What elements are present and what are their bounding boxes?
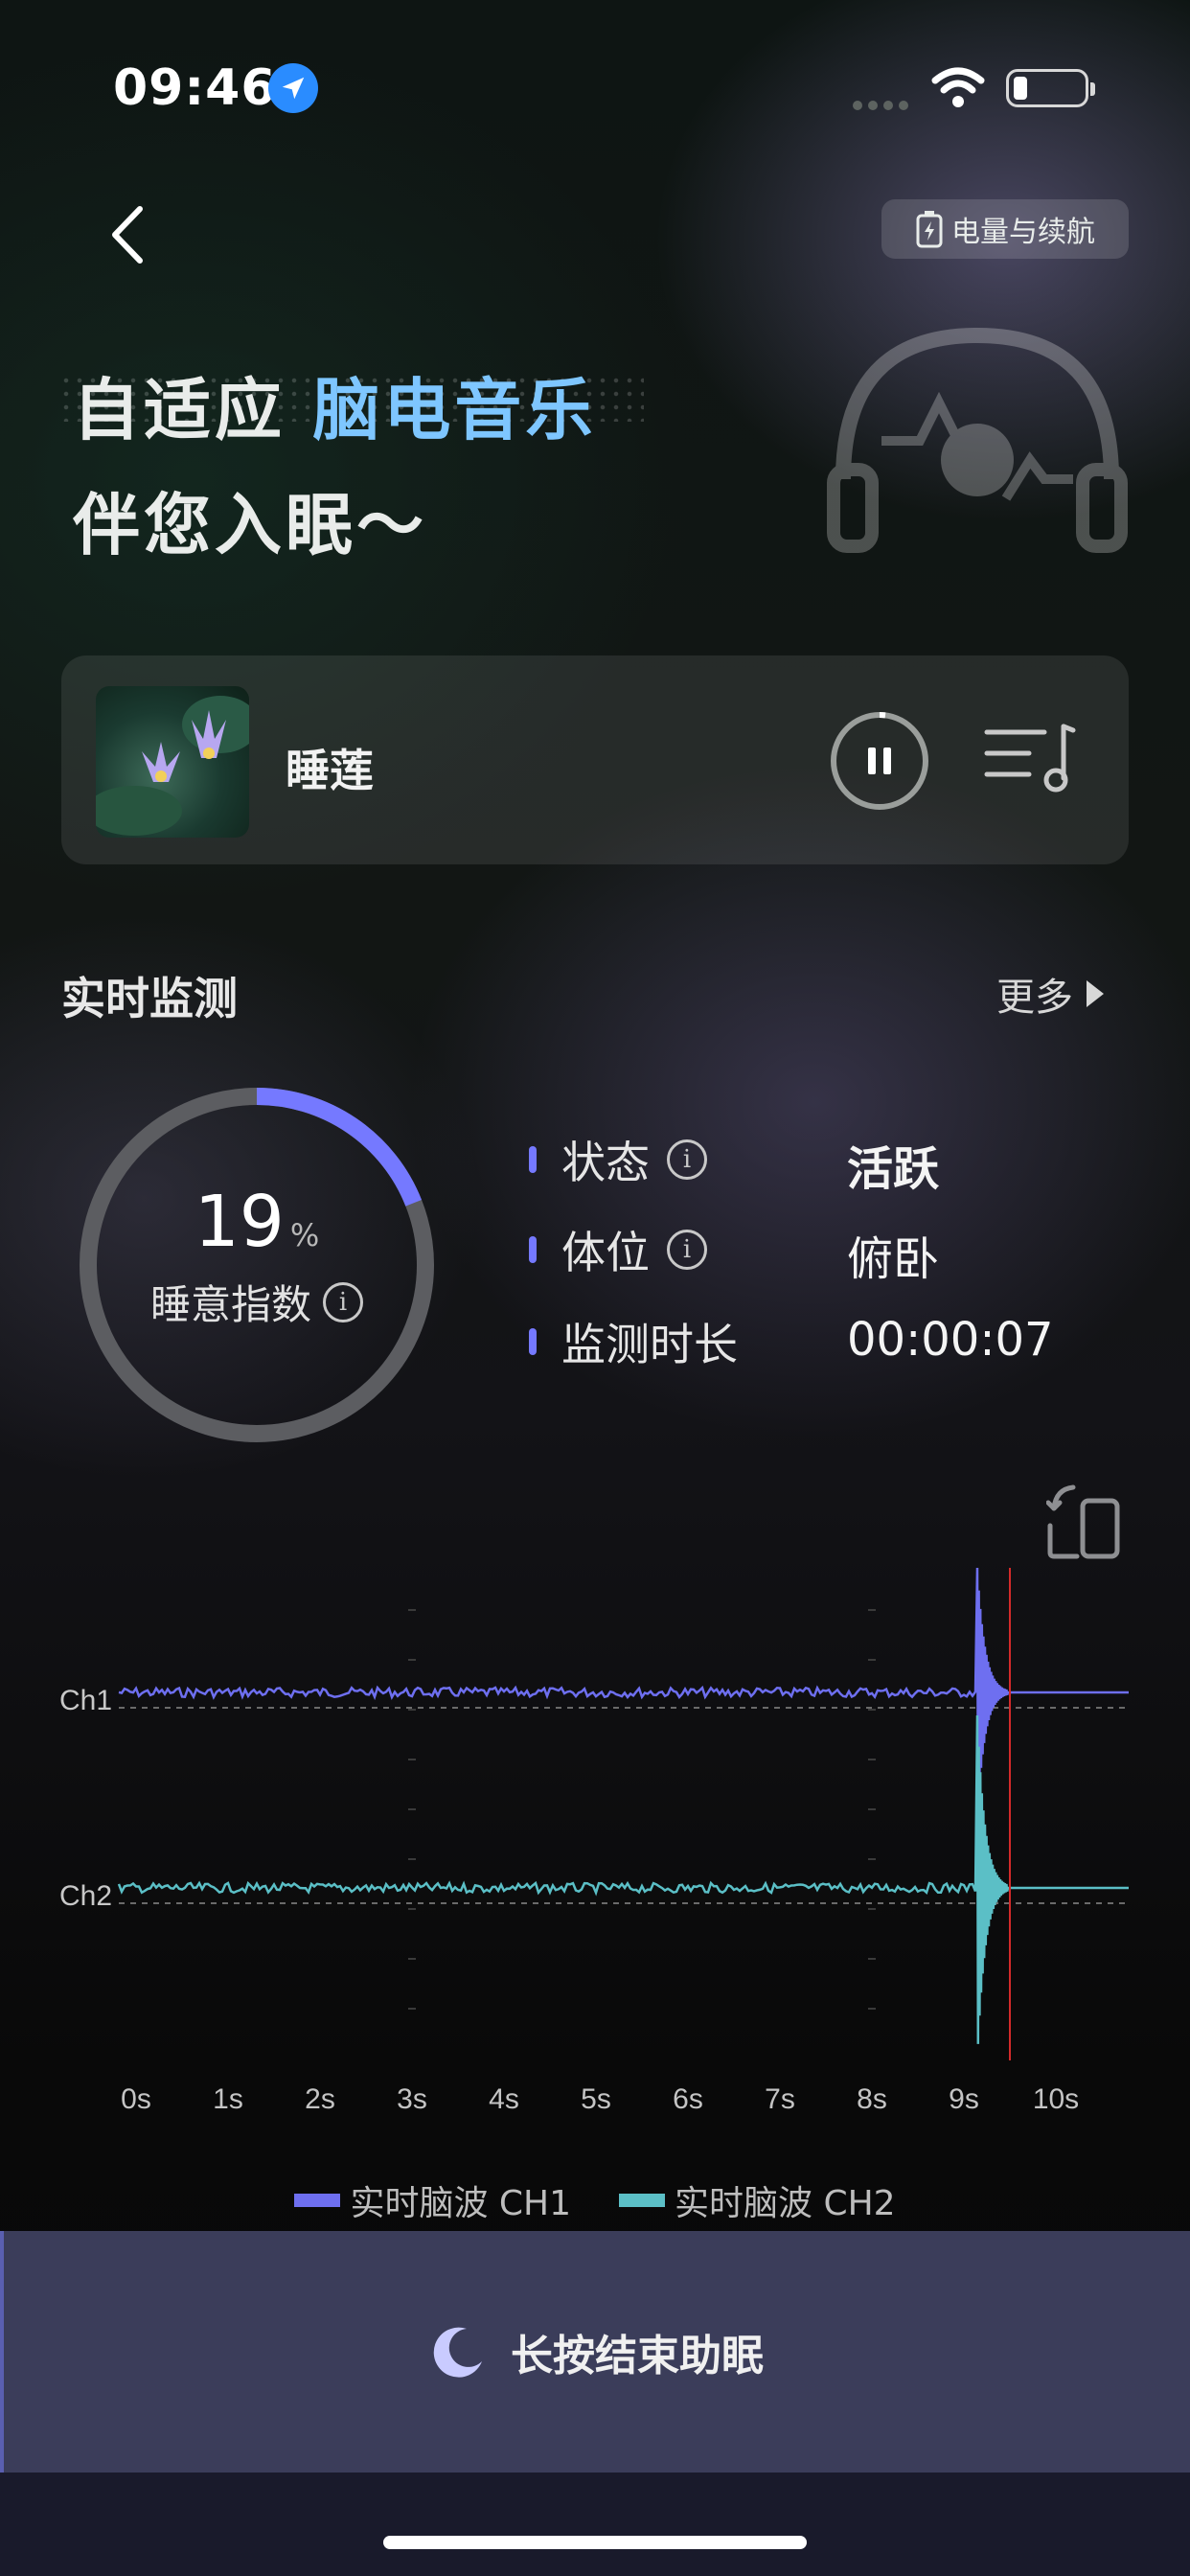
eeg-chart: Ch1 Ch2 0s 1s 2s 3s 4s 5s 6s 7s 8s 9s 10s [59, 1567, 1129, 2115]
x-tick-label: 5s [581, 2083, 611, 2115]
x-tick-label: 4s [489, 2083, 519, 2115]
channel-label-ch1: Ch1 [59, 1685, 112, 1716]
info-icon[interactable]: i [667, 1230, 707, 1270]
stat-label-posture: 体位 [561, 1227, 650, 1278]
more-button[interactable]: 更多 [996, 966, 1104, 1022]
battery-life-button[interactable]: 电量与续航 [881, 199, 1129, 259]
playlist-button[interactable] [981, 721, 1081, 797]
triangle-right-icon [1087, 980, 1104, 1007]
song-title: 睡莲 [286, 745, 374, 796]
stat-label-state: 状态 [561, 1137, 650, 1188]
chevron-left-icon [112, 206, 143, 264]
stat-bullet [529, 1328, 537, 1355]
sleep-index-number: 19 [194, 1181, 285, 1263]
stat-label-duration: 监测时长 [561, 1319, 738, 1370]
pause-button[interactable] [830, 711, 929, 811]
home-indicator-area [0, 2472, 1190, 2576]
battery-low-icon [1006, 69, 1095, 107]
headline-highlight: 脑电音乐 [312, 371, 597, 449]
x-tick-label: 10s [1033, 2083, 1079, 2115]
legend-swatch-ch1 [294, 2194, 341, 2207]
x-tick-label: 9s [949, 2083, 979, 2115]
headline-line-2: 伴您入眠～ [73, 486, 427, 564]
pause-icon [831, 712, 928, 810]
info-icon[interactable]: i [667, 1139, 707, 1180]
sleep-index-ring [80, 1088, 434, 1442]
legend-label-ch2: 实时脑波 CH2 [675, 2184, 896, 2223]
headphones-music-icon [824, 316, 1131, 565]
music-list-icon [984, 724, 1076, 793]
legend-item-ch2: 实时脑波 CH2 [619, 2175, 896, 2225]
eeg-line-ch2 [117, 1714, 1129, 2044]
stat-bullet [529, 1146, 537, 1173]
x-tick-label: 2s [305, 2083, 335, 2115]
x-tick-label: 0s [121, 2083, 151, 2115]
moon-icon [433, 2327, 482, 2378]
legend-label-ch1: 实时脑波 CH1 [350, 2184, 571, 2223]
more-label: 更多 [996, 976, 1073, 1020]
battery-life-label: 电量与续航 [951, 216, 1095, 249]
stat-row-state: 状态 i [529, 1131, 707, 1188]
location-arrow-icon [268, 63, 318, 113]
sleep-index-value: 19% [79, 1181, 435, 1263]
stat-value-duration: 00:00:07 [847, 1313, 1054, 1367]
stat-row-posture: 体位 i [529, 1221, 707, 1278]
legend-item-ch1: 实时脑波 CH1 [294, 2175, 571, 2225]
sleep-index-label-row: 睡意指数 i [79, 1273, 435, 1331]
channel-label-ch2: Ch2 [59, 1880, 112, 1912]
x-tick-label: 3s [397, 2083, 427, 2115]
x-tick-label: 6s [673, 2083, 703, 2115]
headline-prefix: 自适应 [73, 371, 286, 449]
home-indicator[interactable] [383, 2536, 807, 2549]
info-icon[interactable]: i [323, 1281, 363, 1322]
legend-swatch-ch2 [619, 2194, 665, 2207]
water-lily-cover [96, 686, 249, 838]
stat-value-state: 活跃 [847, 1142, 940, 1196]
monitor-title: 实时监测 [61, 973, 238, 1024]
cellular-dots-icon [853, 96, 916, 110]
sleep-index-label: 睡意指数 [149, 1281, 311, 1328]
end-sleep-aid-label: 长按结束助眠 [511, 2332, 764, 2380]
rotate-screen-icon [1045, 1484, 1120, 1559]
x-tick-label: 1s [213, 2083, 243, 2115]
status-time: 09:46 [113, 59, 277, 117]
sleep-index-unit: % [289, 1217, 320, 1254]
battery-charge-icon [916, 211, 943, 248]
end-sleep-aid-button[interactable]: 长按结束助眠 [0, 2231, 1190, 2472]
x-tick-label: 7s [765, 2083, 795, 2115]
stat-bullet [529, 1236, 537, 1263]
chart-legend: 实时脑波 CH1 实时脑波 CH2 [0, 2175, 1190, 2225]
wifi-icon [931, 65, 985, 109]
rotate-screen-button[interactable] [1045, 1484, 1123, 1562]
x-tick-label: 8s [857, 2083, 887, 2115]
back-button[interactable] [103, 201, 151, 268]
headline-line-1: 自适应 脑电音乐 [73, 356, 596, 453]
stat-value-posture: 俯卧 [847, 1232, 940, 1286]
stat-row-duration: 监测时长 [529, 1313, 738, 1370]
